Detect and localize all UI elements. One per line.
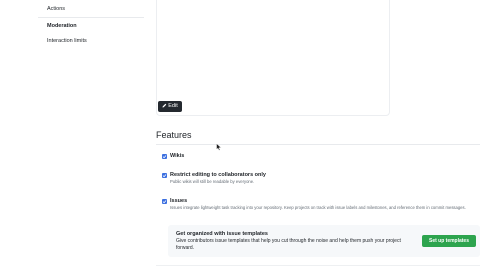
issues-label: Issues bbox=[170, 198, 188, 204]
social-preview-card bbox=[156, 0, 390, 116]
checkmark-icon bbox=[162, 200, 167, 204]
restrict-editing-label: Restrict editing to collaborators only bbox=[170, 172, 266, 178]
section-divider bbox=[156, 265, 480, 266]
section-divider bbox=[156, 144, 480, 145]
issues-description: Issues integrate lightweight task tracki… bbox=[170, 205, 466, 210]
wikis-label: Wikis bbox=[170, 153, 185, 159]
sidebar-divider bbox=[38, 17, 144, 18]
settings-sidebar: Actions Moderation Interaction limits bbox=[38, 0, 146, 270]
issue-templates-description: Give contributors issue templates that h… bbox=[176, 238, 401, 251]
restrict-editing-description: Public wikis will still be readable by e… bbox=[170, 179, 255, 184]
pencil-icon bbox=[162, 103, 167, 107]
sidebar-item-actions[interactable]: Actions bbox=[38, 0, 144, 18]
sidebar-item-interaction-limits[interactable]: Interaction limits bbox=[38, 32, 144, 50]
restrict-editing-checkbox[interactable] bbox=[162, 173, 167, 178]
set-up-templates-button[interactable]: Set up templates bbox=[422, 235, 476, 247]
edit-button[interactable]: Edit bbox=[158, 101, 182, 112]
issue-templates-title: Get organized with issue templates bbox=[176, 231, 268, 237]
edit-button-label: Edit bbox=[168, 103, 178, 109]
sidebar-heading-moderation: Moderation bbox=[47, 23, 77, 29]
sidebar-item-label: Interaction limits bbox=[47, 38, 87, 44]
features-heading: Features bbox=[156, 130, 192, 140]
wikis-checkbox[interactable] bbox=[162, 154, 167, 159]
mouse-cursor-icon bbox=[216, 143, 222, 151]
checkmark-icon bbox=[162, 174, 167, 178]
checkmark-icon bbox=[162, 155, 167, 159]
issues-checkbox[interactable] bbox=[162, 199, 167, 204]
sidebar-item-label: Actions bbox=[47, 6, 66, 12]
